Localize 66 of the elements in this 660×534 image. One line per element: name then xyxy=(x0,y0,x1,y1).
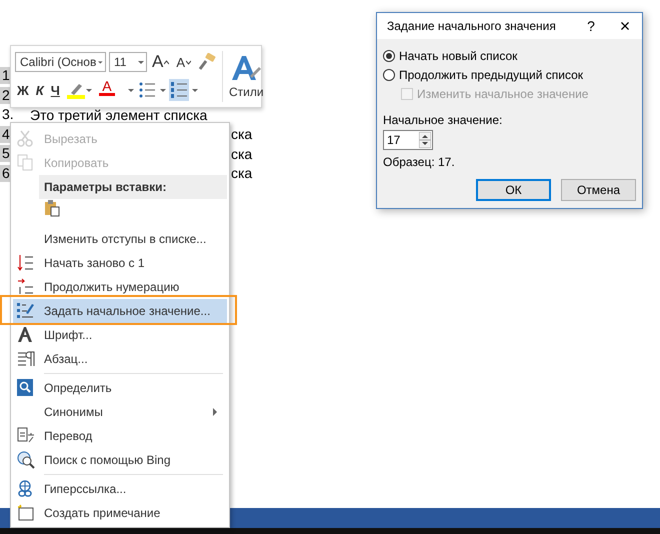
paragraph-icon xyxy=(17,350,35,368)
menu-item[interactable]: Определить xyxy=(13,376,227,400)
caret-icon xyxy=(192,88,198,92)
dialog-title: Задание начального значения xyxy=(387,19,557,33)
menu-item[interactable]: Шрифт... xyxy=(13,323,227,347)
translate-icon xyxy=(17,427,35,445)
menu-item[interactable]: Создать примечание xyxy=(13,501,227,525)
define-icon xyxy=(17,379,35,397)
bullet-list-icon xyxy=(138,81,155,99)
format-painter-button[interactable] xyxy=(196,51,218,73)
caret-icon xyxy=(86,88,92,92)
caret-icon xyxy=(160,88,166,92)
radio-label[interactable]: Продолжить предыдущий список xyxy=(399,68,584,82)
font-size-field[interactable]: 11 xyxy=(109,52,147,72)
list-number: 3. xyxy=(1,106,15,124)
caret-icon xyxy=(138,60,144,64)
shrink-font-button[interactable]: A xyxy=(174,51,194,73)
paste-option-button[interactable] xyxy=(44,199,62,217)
spinner-arrows-icon[interactable] xyxy=(419,132,431,148)
italic-button[interactable]: К xyxy=(34,79,46,101)
list-item-text: ска xyxy=(231,126,252,142)
continue-numbering-icon xyxy=(17,278,35,296)
brush-icon xyxy=(198,53,216,71)
menu-item[interactable]: Перевод xyxy=(13,424,227,448)
menu-item[interactable]: Абзац... xyxy=(13,347,227,371)
font-color-button[interactable]: A xyxy=(96,79,125,101)
radio-button[interactable] xyxy=(383,50,395,62)
font-icon xyxy=(17,326,35,344)
set-value-icon xyxy=(17,302,35,320)
font-name-field[interactable]: Calibri (Основ xyxy=(15,52,106,72)
scissors-icon xyxy=(17,130,35,148)
menu-item[interactable]: Синонимы xyxy=(13,400,227,424)
styles-icon xyxy=(230,54,262,82)
menu-item[interactable]: Поиск с помощью Bing xyxy=(13,448,227,472)
help-button[interactable]: ? xyxy=(574,18,608,34)
highlighter-icon xyxy=(66,81,85,99)
caret-icon xyxy=(98,60,103,64)
copy-icon xyxy=(17,154,35,172)
numbering-button[interactable] xyxy=(168,79,189,101)
list-item-text: ска xyxy=(231,165,252,182)
preview-text: Образец: 17. xyxy=(383,155,456,169)
numbered-list-icon xyxy=(170,81,187,99)
field-label: Начальное значение: xyxy=(383,113,504,127)
radio-label[interactable]: Начать новый список xyxy=(399,48,518,62)
cancel-button[interactable]: Отмена xyxy=(561,179,636,201)
comment-icon xyxy=(17,504,35,522)
menu-section-header: Параметры вставки: xyxy=(39,175,227,199)
close-button[interactable]: × xyxy=(608,16,642,36)
search-icon xyxy=(17,451,35,469)
menu-item[interactable]: Начать заново с 1 xyxy=(13,251,227,275)
menu-item[interactable]: Задать начальное значение... xyxy=(13,299,227,323)
submenu-arrow-icon xyxy=(213,408,217,416)
radio-button[interactable] xyxy=(383,68,395,80)
restart-numbering-icon xyxy=(17,254,35,272)
clipboard-icon xyxy=(44,199,62,217)
styles-button[interactable]: Стили xyxy=(222,51,266,102)
list-item-text: Это третий элемент списка xyxy=(30,106,208,123)
menu-item[interactable]: Гиперссылка... xyxy=(13,477,227,501)
caret-icon xyxy=(128,88,134,92)
grow-font-button[interactable]: A xyxy=(150,51,172,73)
list-item-text: ска xyxy=(231,146,252,162)
menu-item[interactable]: Изменить отступы в списке... xyxy=(13,227,227,251)
ok-button[interactable]: ОК xyxy=(476,179,551,201)
underline-button[interactable]: Ч xyxy=(48,79,62,101)
menu-item[interactable]: Продолжить нумерацию xyxy=(13,275,227,299)
start-value-field[interactable]: 17 xyxy=(383,130,433,150)
